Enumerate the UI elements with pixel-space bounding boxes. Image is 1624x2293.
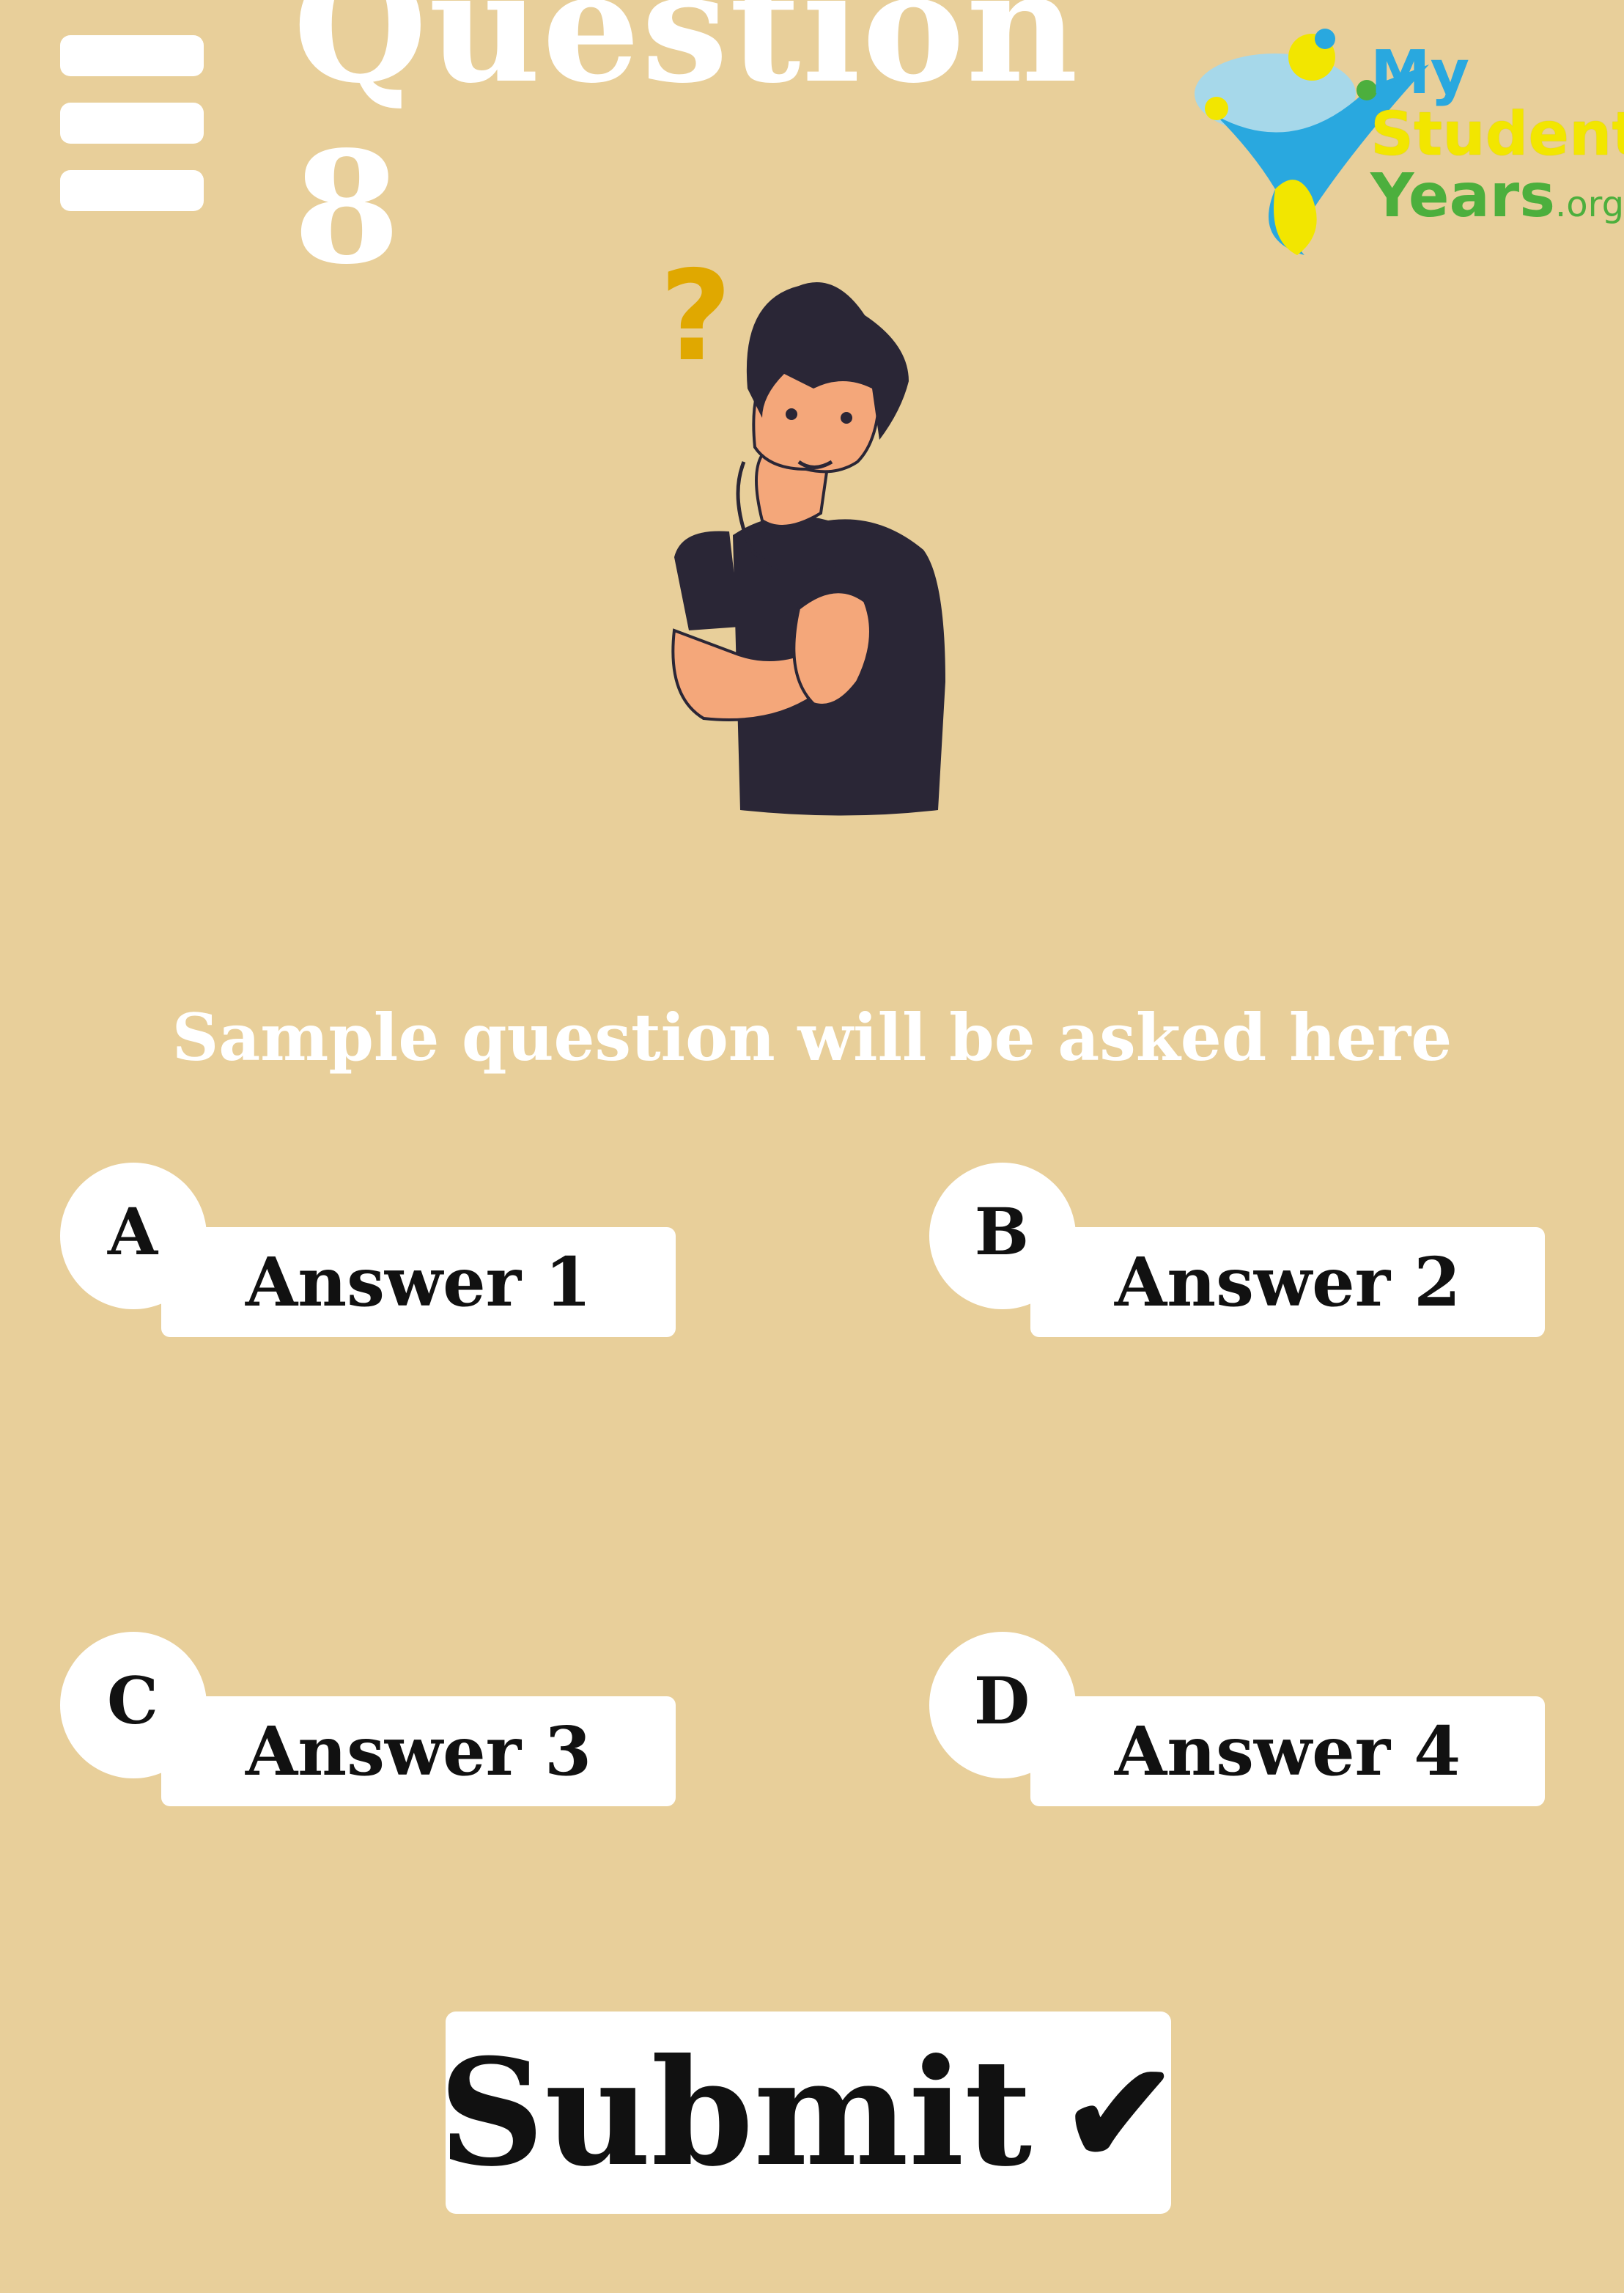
answer-option-a[interactable]: Answer 1 A (60, 1163, 676, 1346)
answer-label: Answer 4 (1030, 1696, 1545, 1806)
menu-button[interactable] (60, 35, 204, 211)
answer-letter-badge: C (60, 1632, 207, 1778)
question-mark-icon: ? (660, 244, 732, 389)
logo-suffix: .org (1555, 184, 1624, 225)
logo-text: My Student Years.org (1370, 43, 1624, 235)
submit-label: Submit (438, 2026, 1033, 2199)
answer-option-b[interactable]: Answer 2 B (929, 1163, 1545, 1346)
menu-bar-top (60, 35, 204, 76)
answer-option-c[interactable]: Answer 3 C (60, 1632, 676, 1815)
menu-bar-middle (60, 103, 204, 144)
answer-letter-badge: A (60, 1163, 207, 1309)
answer-label: Answer 2 (1030, 1227, 1545, 1337)
answer-letter-badge: D (929, 1632, 1076, 1778)
answer-option-d[interactable]: Answer 4 D (929, 1632, 1545, 1815)
logo-line-years: Years (1370, 161, 1556, 231)
page-title: Question 8 (293, 0, 1079, 298)
thinking-person-icon: ? (601, 242, 982, 828)
logo: My Student Years.org (1187, 21, 1624, 270)
answer-label: Answer 1 (161, 1227, 676, 1337)
checkmark-icon: ✔ (1061, 2031, 1178, 2195)
menu-bar-bottom (60, 170, 204, 211)
logo-line-my: My (1370, 38, 1470, 108)
question-text: Sample question will be asked here (171, 999, 1453, 1075)
answer-letter-badge: B (929, 1163, 1076, 1309)
answer-label: Answer 3 (161, 1696, 676, 1806)
logo-line-student: Student (1370, 100, 1624, 169)
submit-button[interactable]: Submit ✔ (439, 2012, 1178, 2214)
